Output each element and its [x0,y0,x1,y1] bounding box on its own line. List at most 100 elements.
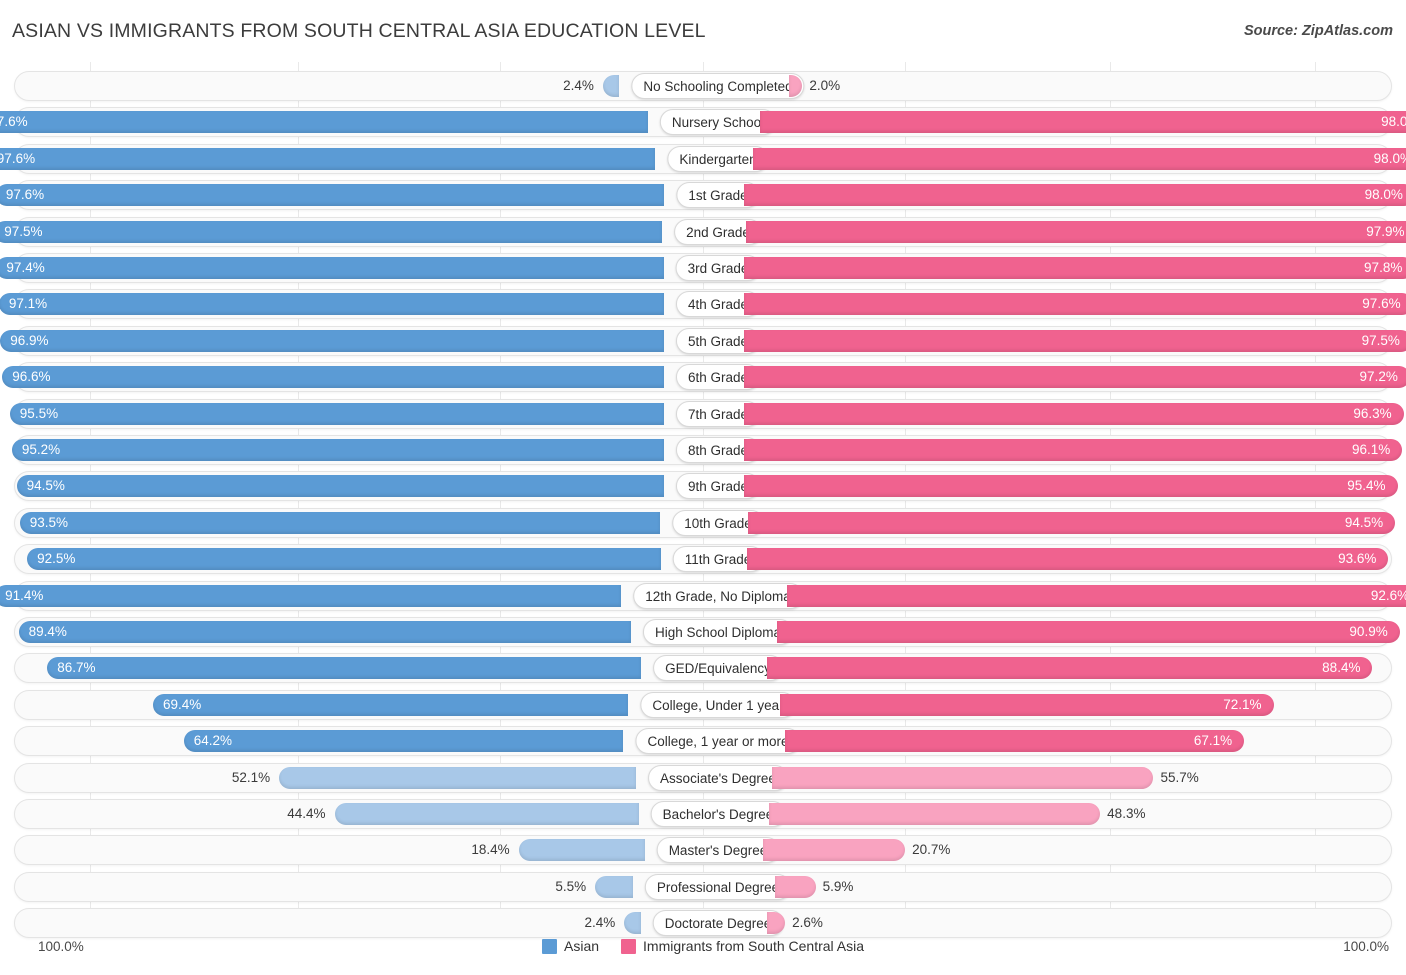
bar-asian [9,402,664,425]
bar-value-immigrants-south-central-asia: 97.8% [1364,260,1403,275]
chart-row-inner: 11th Grade 92.5% 93.6% [15,545,1391,573]
chart-row-inner: Nursery School 97.6% 98.0% [0,108,1406,136]
chart-row: 10th Grade 93.5% 94.5% [14,507,1396,538]
chart-row-inner: 1st Grade 97.6% 98.0% [0,181,1406,209]
chart-row: College, 1 year or more 64.2% 67.1% [14,726,1392,757]
bar-value-asian: 86.7% [57,660,96,676]
bar-value-asian: 5.5% [555,878,587,894]
bar-value-asian: 69.4% [162,696,202,712]
bar-value-immigrants-south-central-asia: 98.0% [1364,187,1403,203]
chart-row: 12th Grade, No Diploma 91.4% 92.6% [0,580,1406,611]
chart-row: College, Under 1 year 69.4% 72.1% [14,689,1392,720]
chart-row: 8th Grade 95.2% 96.1% [11,435,1403,465]
bar-value-asian: 97.6% [5,187,45,203]
bar-value-immigrants-south-central-asia: 94.5% [1344,514,1384,530]
bar-value-immigrants-south-central-asia: 2.0% [809,78,841,93]
bar-asian [624,912,641,935]
chart-row: No Schooling Completed 2.4% 2.0% [14,71,1392,101]
bar-value-immigrants-south-central-asia: 93.6% [1338,551,1377,567]
bar-asian [518,839,645,862]
bar-value-asian: 89.4% [28,624,67,639]
bar-asian [0,257,664,279]
bar-immigrants-south-central-asia [744,329,1406,352]
chart-row-inner: 12th Grade, No Diploma 91.4% 92.6% [0,582,1406,610]
bar-asian [602,75,620,97]
bar-asian [0,184,665,207]
bar-asian [47,657,642,680]
source-attribution: Source: ZipAtlas.com [1243,23,1393,39]
bar-immigrants-south-central-asia [744,402,1404,425]
category-label: 12th Grade, No Diploma [633,582,803,609]
chart-row-inner: High School Diploma 89.4% 90.9% [15,618,1400,646]
page-title: ASIAN VS IMMIGRANTS FROM SOUTH CENTRAL A… [12,20,706,42]
bar-value-asian: 18.4% [471,842,510,858]
category-label: Master's Degree [656,837,780,864]
chart-row: 2nd Grade 97.5% 97.9% [0,216,1406,247]
bar-immigrants-south-central-asia [786,584,1406,607]
bar-asian [0,329,664,352]
bar-value-immigrants-south-central-asia: 48.3% [1107,806,1146,821]
axis-max-right: 100.0% [1343,939,1389,954]
chart-header: ASIAN VS IMMIGRANTS FROM SOUTH CENTRAL A… [0,0,1406,56]
chart-row: 9th Grade 94.5% 95.4% [14,471,1398,502]
chart-legend: Asian Immigrants from South Central Asia [541,938,864,954]
category-label: Associate's Degree [648,764,788,791]
chart-row-inner: College, 1 year or more 64.2% 67.1% [15,727,1391,755]
bar-asian [18,621,631,643]
bar-value-asian: 97.5% [4,223,43,239]
chart-row-inner: 6th Grade 96.6% 97.2% [2,363,1406,391]
bar-asian [595,875,633,898]
bar-value-asian: 97.4% [6,260,45,275]
bar-immigrants-south-central-asia [744,475,1398,498]
bar-immigrants-south-central-asia [745,220,1406,243]
bar-value-immigrants-south-central-asia: 96.1% [1352,442,1391,457]
chart-row: Kindergarten97.6%98.0% [0,143,1406,174]
bar-asian [2,366,664,389]
bar-value-immigrants-south-central-asia: 96.3% [1353,405,1392,421]
bar-value-asian: 94.5% [26,478,65,494]
chart-row: Nursery School 97.6% 98.0% [0,107,1406,138]
category-label: Nursery School [659,109,777,136]
chart-row-inner: Doctorate Degree 2.4% 2.6% [15,909,1391,937]
chart-row-inner: 9th Grade 94.5% 95.4% [15,472,1398,500]
chart-row-inner: 7th Grade 95.5% 96.3% [9,400,1404,428]
chart-row: Doctorate Degree 2.4% 2.6% [14,908,1392,939]
chart-row: 11th Grade 92.5% 93.6% [14,544,1392,575]
bar-asian [0,147,656,170]
category-label: College, Under 1 year [640,691,796,718]
bar-value-asian: 2.4% [563,78,594,93]
bar-value-immigrants-south-central-asia: 92.6% [1370,587,1406,603]
bar-asian [0,111,648,134]
category-label: No Schooling Completed [631,73,805,99]
bar-immigrants-south-central-asia [752,147,1406,170]
bar-value-asian: 52.1% [231,769,271,785]
bar-value-asian: 97.6% [0,150,36,166]
legend-item: Asian [541,938,599,954]
bar-value-immigrants-south-central-asia: 97.2% [1359,369,1398,385]
chart-row: 1st Grade 97.6% 98.0% [0,180,1406,211]
bar-value-immigrants-south-central-asia: 20.7% [912,842,951,858]
bar-immigrants-south-central-asia [744,366,1406,389]
bar-asian [334,803,639,825]
bar-value-asian: 96.9% [10,332,49,348]
bar-asian [27,548,661,571]
bar-immigrants-south-central-asia [769,803,1101,825]
bar-value-asian: 91.4% [5,587,44,603]
chart-row-inner: College, Under 1 year 69.4% 72.1% [15,691,1391,719]
bar-value-immigrants-south-central-asia: 88.4% [1322,660,1361,676]
bar-asian [0,584,622,607]
bar-value-asian: 97.1% [8,296,48,312]
chart-plot-area: No Schooling Completed 2.4% 2.0% Nursery Sc… [0,62,1406,939]
bar-immigrants-south-central-asia [784,730,1245,753]
bar-immigrants-south-central-asia [747,511,1396,534]
category-label: High School Diploma [642,619,794,645]
category-label: Doctorate Degree [652,910,784,937]
chart-row-inner: Master's Degree 18.4% 20.7% [15,836,1391,864]
bar-value-immigrants-south-central-asia: 97.9% [1366,223,1405,239]
bar-value-immigrants-south-central-asia: 5.9% [822,878,854,894]
bar-immigrants-south-central-asia [743,184,1406,207]
bar-asian [11,439,664,461]
chart-row: 4th Grade 97.1% 97.6% [0,289,1406,320]
chart-row-inner: 3rd Grade 97.4% 97.8% [0,254,1406,282]
bar-asian [152,693,629,716]
